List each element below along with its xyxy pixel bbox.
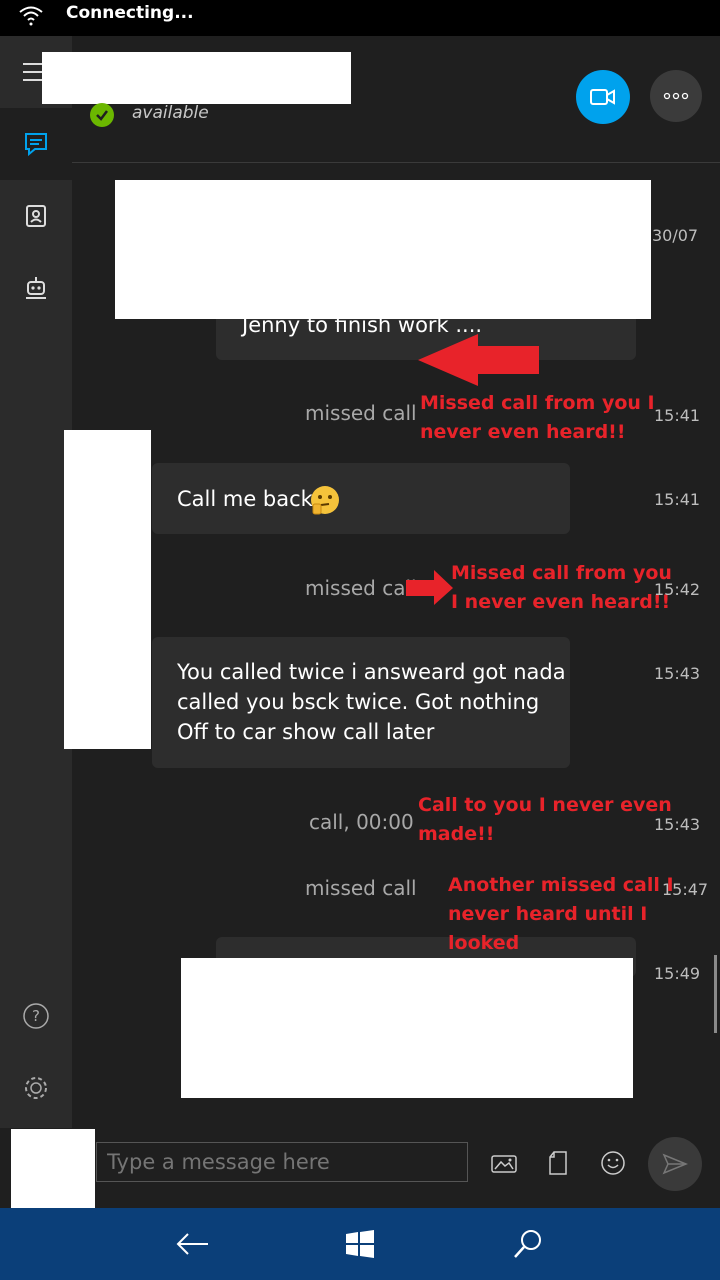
presence-status: available (132, 103, 209, 123)
annotation-line: I never even heard!! (451, 591, 671, 613)
message-time: 15:42 (654, 580, 701, 599)
svg-text:?: ? (32, 1007, 40, 1025)
annotation-text: Missed call from you I never even heard!… (420, 389, 655, 447)
annotation-line: made!! (418, 823, 495, 845)
wifi-icon (19, 6, 43, 26)
smiley-icon (601, 1151, 625, 1175)
video-call-button[interactable] (576, 70, 630, 124)
file-button[interactable] (541, 1146, 575, 1180)
image-icon (491, 1155, 517, 1173)
annotation-line: never even heard!! (420, 421, 626, 443)
call-event: call, 00:00 (309, 810, 414, 834)
emoji-button[interactable] (596, 1146, 630, 1180)
message-time: 15:43 (654, 815, 701, 834)
start-button[interactable] (338, 1222, 382, 1266)
send-button[interactable] (648, 1137, 702, 1191)
bot-icon (26, 277, 46, 299)
more-options-button[interactable] (650, 70, 702, 122)
back-button[interactable] (170, 1222, 214, 1266)
redacted-avatar (64, 430, 151, 749)
contacts-icon (26, 205, 46, 227)
file-icon (549, 1151, 567, 1175)
gear-icon (25, 1077, 47, 1099)
message-text: You called twice i answeard got nada cal… (177, 657, 566, 747)
message-time: 15:43 (654, 664, 701, 683)
annotation-arrow-right (406, 570, 453, 605)
message-line: You called twice i answeard got nada (177, 660, 566, 684)
photo-button[interactable] (487, 1146, 521, 1180)
connection-status: Connecting... (66, 3, 194, 23)
more-icon (663, 92, 689, 100)
presence-check-icon (90, 103, 114, 127)
annotation-arrow-left (418, 334, 539, 386)
annotation-text: Missed call from you I never even heard!… (451, 559, 672, 617)
missed-call-event: missed call (305, 576, 417, 600)
message-date: 30/07 (652, 226, 699, 245)
sidebar-item-contacts[interactable] (0, 180, 72, 252)
help-icon: ? (23, 1003, 49, 1029)
annotation-line: Missed call from you I (420, 392, 655, 414)
back-arrow-icon (176, 1233, 208, 1255)
annotation-line: Missed call from you (451, 562, 672, 584)
annotation-line: never heard until I looked (448, 903, 648, 954)
sidebar-item-bots[interactable] (0, 252, 72, 324)
settings-button[interactable] (0, 1052, 72, 1124)
sidebar-item-chats[interactable] (0, 108, 72, 180)
search-button[interactable] (506, 1222, 550, 1266)
thinking-emoji-icon (311, 486, 339, 515)
chat-icon (25, 133, 47, 157)
message-input[interactable] (96, 1142, 468, 1182)
windows-logo-icon (346, 1230, 374, 1258)
annotation-line: Call to you I never even (418, 794, 672, 816)
scrollbar[interactable] (714, 955, 717, 1033)
search-icon (514, 1230, 541, 1258)
video-camera-icon (590, 89, 615, 105)
redacted-message (115, 180, 651, 319)
redacted-avatar (11, 1129, 95, 1211)
sidebar: ? (0, 36, 72, 1128)
message-time: 15:49 (654, 964, 701, 983)
redacted-message (181, 958, 633, 1098)
annotation-text: Call to you I never even made!! (418, 791, 672, 849)
message-line: Off to car show call later (177, 720, 435, 744)
message-time: 15:41 (654, 490, 701, 509)
redacted-contact-name (42, 52, 351, 104)
send-icon (662, 1153, 688, 1175)
message-time: 15:41 (654, 406, 701, 425)
message-line: called you bsck twice. Got nothing (177, 690, 540, 714)
missed-call-event: missed call (305, 401, 417, 425)
missed-call-event: missed call (305, 876, 417, 900)
annotation-line: Another missed call I (448, 874, 674, 896)
message-text: Call me back (177, 487, 313, 511)
help-button[interactable]: ? (0, 980, 72, 1052)
